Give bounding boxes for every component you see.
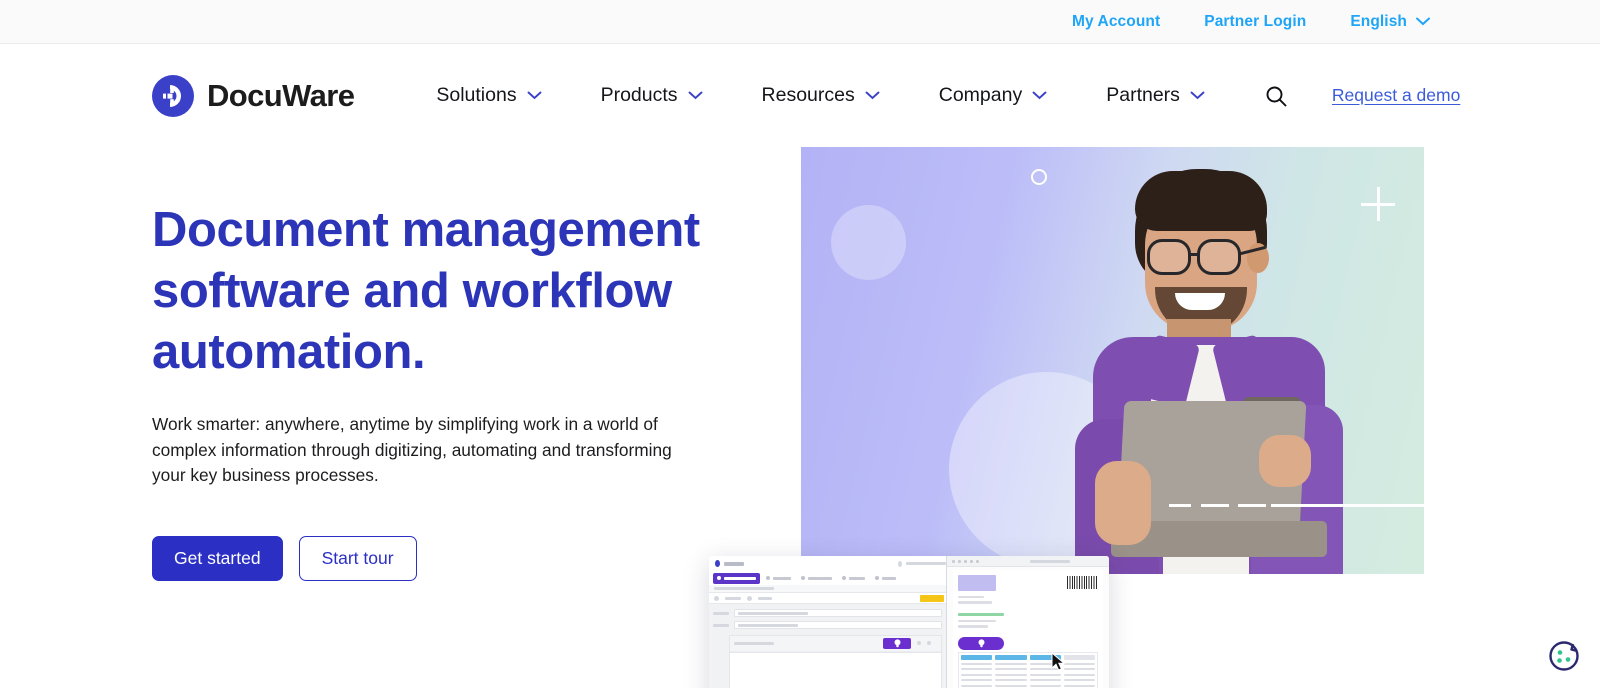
mock-primary-action-button[interactable]	[920, 595, 944, 602]
chevron-down-icon	[865, 91, 880, 100]
chevron-down-icon	[1416, 17, 1430, 26]
page-title: Document management software and workflo…	[152, 203, 700, 379]
mock-tab[interactable]	[762, 573, 795, 584]
mock-form-row	[713, 621, 942, 629]
decorative-rule	[1271, 504, 1424, 507]
mock-input[interactable]	[734, 609, 942, 617]
nav-item-partners[interactable]: Partners	[1106, 84, 1205, 107]
lightbulb-icon	[978, 638, 984, 647]
nav-item-products[interactable]: Products	[601, 84, 703, 107]
mock-doc-column	[1063, 654, 1095, 688]
cookie-settings-button[interactable]	[1542, 634, 1586, 678]
mock-main-window	[709, 556, 946, 688]
start-tour-button[interactable]: Start tour	[298, 535, 417, 581]
app-screenshot-mock	[709, 556, 1109, 688]
cookie-icon	[1549, 641, 1579, 671]
mock-viewer-toolbar	[947, 556, 1109, 567]
hero-person-illustration	[1055, 169, 1385, 574]
nav-items: Solutions Products Resources Company Par…	[436, 84, 1264, 107]
docuware-logo-icon	[152, 74, 194, 117]
nav-item-company[interactable]: Company	[939, 84, 1047, 107]
mock-breadcrumb-strip	[709, 585, 946, 593]
mock-document-page	[953, 570, 1103, 688]
utility-link-label: Partner Login	[1204, 12, 1307, 30]
barcode-icon	[1067, 576, 1097, 589]
mock-doc-tooltip-pill[interactable]	[958, 636, 1004, 650]
mock-tab-active[interactable]	[713, 572, 760, 584]
mock-tab-bar	[709, 571, 946, 585]
language-selector[interactable]: English	[1350, 13, 1430, 31]
hero-image	[801, 147, 1424, 574]
main-navigation: DocuWare Solutions Products Resources Co…	[0, 44, 1600, 147]
utility-bar: My Account Partner Login English	[0, 0, 1600, 44]
lightbulb-icon	[894, 639, 900, 648]
mock-input[interactable]	[734, 621, 942, 629]
decorative-rule	[1238, 504, 1266, 507]
utility-link-partner-login[interactable]: Partner Login	[1204, 13, 1306, 31]
decorative-circle	[831, 205, 906, 280]
search-icon	[1266, 86, 1287, 106]
nav-item-label: Solutions	[436, 84, 517, 106]
utility-link-label: My Account	[1071, 12, 1161, 30]
chevron-down-icon	[527, 91, 542, 100]
brand-name: DocuWare	[207, 77, 355, 113]
nav-item-solutions[interactable]: Solutions	[436, 84, 542, 107]
mock-preview-canvas	[729, 652, 942, 688]
mock-form-row	[713, 609, 942, 617]
mock-doc-column	[961, 654, 993, 688]
mock-toolbar	[709, 593, 946, 604]
hero-cta-group: Get started Start tour	[152, 535, 772, 581]
mock-doc-logo	[958, 575, 996, 591]
search-button[interactable]	[1264, 83, 1288, 109]
nav-item-label: Resources	[761, 84, 855, 106]
hero-section: Document management software and workflo…	[0, 147, 1600, 688]
chevron-down-icon	[1032, 91, 1047, 100]
docuware-logo-icon	[715, 560, 720, 567]
brand-logo[interactable]: DocuWare	[152, 74, 355, 117]
chevron-down-icon	[1190, 91, 1205, 100]
mock-tab[interactable]	[871, 573, 900, 584]
mock-tab[interactable]	[797, 573, 836, 584]
cursor-arrow-icon	[1051, 652, 1066, 671]
mock-document-viewer	[946, 556, 1109, 688]
mock-doc-column	[995, 654, 1027, 688]
nav-item-resources[interactable]: Resources	[762, 84, 880, 107]
chevron-down-icon	[688, 91, 702, 100]
get-started-button[interactable]: Get started	[152, 535, 283, 581]
hero-subtitle: Work smarter: anywhere, anytime by simpl…	[152, 414, 672, 485]
nav-item-label: Partners	[1106, 84, 1180, 106]
mock-doc-table	[958, 651, 1098, 688]
nav-item-label: Products	[600, 84, 678, 106]
decorative-rule	[1169, 504, 1191, 507]
decorative-rule	[1201, 504, 1229, 507]
mock-tab[interactable]	[838, 573, 869, 584]
request-demo-link[interactable]: Request a demo	[1332, 85, 1460, 106]
language-label: English	[1350, 12, 1407, 30]
mock-titlebar	[709, 556, 946, 571]
mock-form-area	[709, 604, 946, 629]
circle-outline-icon	[1031, 169, 1047, 185]
mock-grid-toolbar	[730, 636, 941, 651]
nav-item-label: Company	[938, 84, 1023, 106]
mock-tooltip-pill[interactable]	[883, 638, 911, 649]
utility-link-my-account[interactable]: My Account	[1072, 13, 1160, 31]
hero-copy: Document management software and workflo…	[152, 200, 772, 581]
